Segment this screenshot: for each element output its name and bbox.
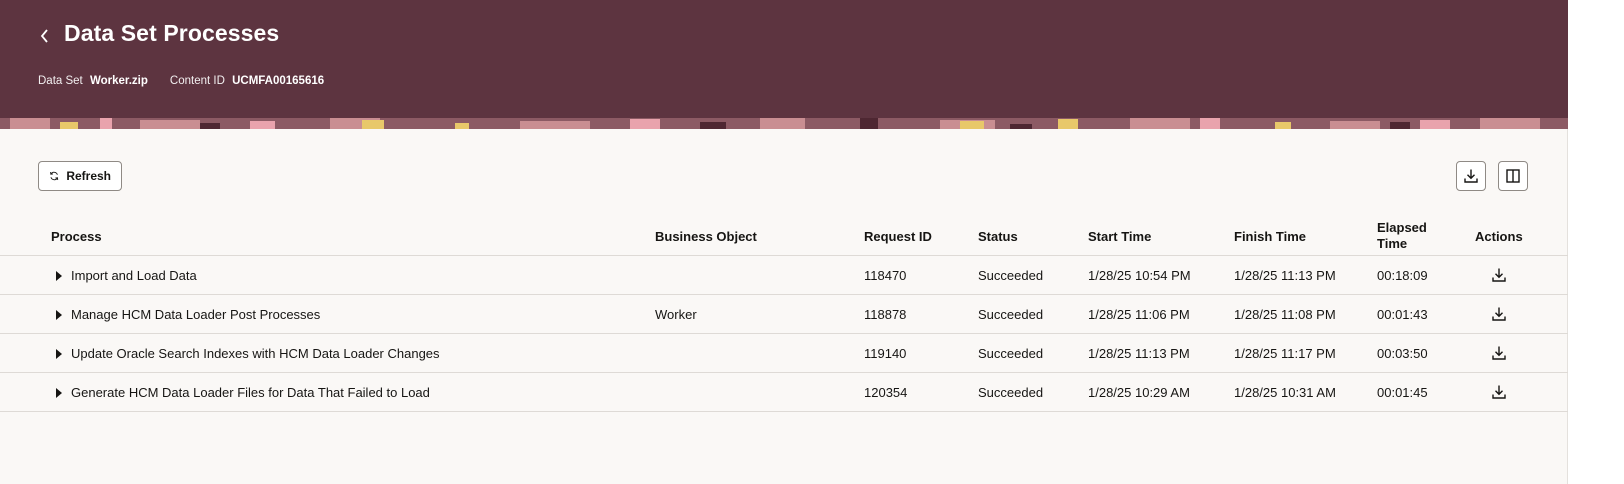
- start-time: 1/28/25 11:06 PM: [1088, 307, 1190, 322]
- expand-caret-icon[interactable]: [56, 271, 62, 281]
- download-icon: [1492, 346, 1506, 360]
- content-id-info: Content ID UCMFA00165616: [170, 75, 324, 87]
- elapsed-time: 00:18:09: [1377, 268, 1428, 283]
- table-row[interactable]: Manage HCM Data Loader Post Processes Wo…: [0, 295, 1568, 334]
- chevron-left-icon: [40, 29, 48, 43]
- row-download-button[interactable]: [1489, 343, 1509, 363]
- status: Succeeded: [978, 307, 1044, 322]
- page-frame: Data Set Processes Data Set Worker.zip C…: [0, 0, 1568, 484]
- business-object: Worker: [655, 307, 697, 322]
- content-id-value: UCMFA00165616: [232, 75, 325, 87]
- refresh-button[interactable]: Refresh: [38, 161, 122, 191]
- process-name: Manage HCM Data Loader Post Processes: [71, 307, 321, 322]
- page-title: Data Set Processes: [64, 20, 280, 46]
- request-id: 120354: [864, 385, 908, 400]
- request-id: 118878: [864, 307, 907, 322]
- status: Succeeded: [978, 385, 1044, 400]
- page-header: Data Set Processes Data Set Worker.zip C…: [0, 0, 1568, 118]
- status: Succeeded: [978, 268, 1044, 283]
- decorative-pattern-band: [0, 118, 1568, 129]
- column-header-process[interactable]: Process: [51, 229, 102, 245]
- process-name: Import and Load Data: [71, 268, 197, 283]
- expand-caret-icon[interactable]: [56, 349, 62, 359]
- data-set-info: Data Set Worker.zip: [38, 75, 148, 87]
- elapsed-time: 00:01:43: [1377, 307, 1428, 322]
- request-id: 119140: [864, 346, 907, 361]
- column-header-finish-time[interactable]: Finish Time: [1234, 229, 1306, 245]
- download-icon: [1492, 385, 1506, 399]
- process-name: Update Oracle Search Indexes with HCM Da…: [71, 346, 440, 361]
- row-download-button[interactable]: [1489, 265, 1509, 285]
- row-download-button[interactable]: [1489, 304, 1509, 324]
- status: Succeeded: [978, 346, 1044, 361]
- finish-time: 1/28/25 11:08 PM: [1234, 307, 1336, 322]
- column-header-status[interactable]: Status: [978, 229, 1018, 245]
- row-download-button[interactable]: [1489, 382, 1509, 402]
- refresh-icon: [50, 171, 59, 181]
- column-header-business-object[interactable]: Business Object: [655, 229, 757, 245]
- expand-caret-icon[interactable]: [56, 310, 62, 320]
- table-row[interactable]: Import and Load Data 118470 Succeeded 1/…: [0, 256, 1568, 295]
- data-set-value: Worker.zip: [89, 75, 148, 87]
- column-header-actions: Actions: [1475, 229, 1523, 244]
- column-header-request-id[interactable]: Request ID: [864, 229, 932, 245]
- column-header-start-time[interactable]: Start Time: [1088, 229, 1151, 245]
- elapsed-header-line2: Time: [1377, 236, 1408, 251]
- refresh-label: Refresh: [66, 169, 111, 183]
- elapsed-time: 00:01:45: [1377, 385, 1428, 400]
- expand-caret-icon[interactable]: [56, 388, 62, 398]
- column-header-elapsed-time[interactable]: Elapsed Time: [1377, 220, 1427, 252]
- processes-table: Process Business Object Request ID Statu…: [0, 214, 1568, 412]
- content-id-label: Content ID: [169, 75, 225, 87]
- columns-icon: [1506, 169, 1520, 183]
- download-icon: [1492, 307, 1506, 321]
- finish-time: 1/28/25 11:17 PM: [1234, 346, 1336, 361]
- data-set-label: Data Set: [38, 75, 83, 87]
- request-id: 118470: [864, 268, 907, 283]
- download-all-button[interactable]: [1456, 161, 1486, 191]
- manage-columns-button[interactable]: [1498, 161, 1528, 191]
- start-time: 1/28/25 11:13 PM: [1088, 346, 1190, 361]
- process-name: Generate HCM Data Loader Files for Data …: [71, 385, 430, 400]
- page-meta: Data Set Worker.zip Content ID UCMFA0016…: [38, 75, 324, 87]
- finish-time: 1/28/25 10:31 AM: [1234, 385, 1336, 400]
- download-icon: [1464, 169, 1478, 183]
- download-icon: [1492, 268, 1506, 282]
- back-button[interactable]: [33, 22, 55, 50]
- elapsed-time: 00:03:50: [1377, 346, 1428, 361]
- table-row[interactable]: Update Oracle Search Indexes with HCM Da…: [0, 334, 1568, 373]
- elapsed-header-line1: Elapsed: [1377, 220, 1427, 235]
- start-time: 1/28/25 10:54 PM: [1088, 268, 1191, 283]
- table-row[interactable]: Generate HCM Data Loader Files for Data …: [0, 373, 1568, 412]
- finish-time: 1/28/25 11:13 PM: [1234, 268, 1336, 283]
- table-header: Process Business Object Request ID Statu…: [0, 214, 1568, 256]
- start-time: 1/28/25 10:29 AM: [1088, 385, 1190, 400]
